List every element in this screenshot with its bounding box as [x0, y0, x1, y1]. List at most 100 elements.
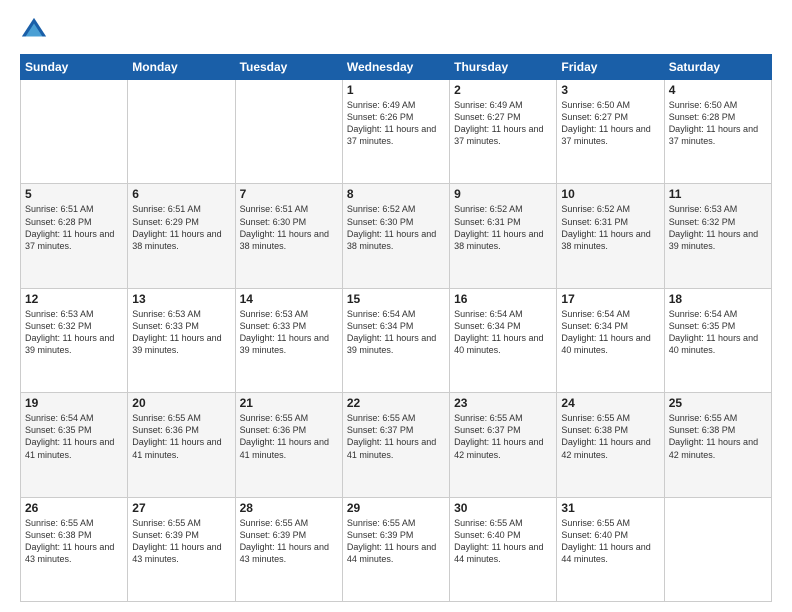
calendar-cell: 13 Sunrise: 6:53 AM Sunset: 6:33 PM Dayli… [128, 288, 235, 392]
calendar-cell: 16 Sunrise: 6:54 AM Sunset: 6:34 PM Dayli… [450, 288, 557, 392]
day-number: 15 [347, 292, 445, 306]
day-info: Sunrise: 6:51 AM Sunset: 6:29 PM Dayligh… [132, 203, 230, 252]
calendar-cell: 29 Sunrise: 6:55 AM Sunset: 6:39 PM Dayli… [342, 497, 449, 601]
day-info: Sunrise: 6:55 AM Sunset: 6:39 PM Dayligh… [240, 517, 338, 566]
day-number: 27 [132, 501, 230, 515]
day-number: 29 [347, 501, 445, 515]
day-number: 24 [561, 396, 659, 410]
day-number: 11 [669, 187, 767, 201]
weekday-header: Wednesday [342, 55, 449, 80]
logo-icon [20, 16, 48, 44]
day-number: 31 [561, 501, 659, 515]
day-info: Sunrise: 6:55 AM Sunset: 6:38 PM Dayligh… [669, 412, 767, 461]
day-number: 22 [347, 396, 445, 410]
calendar-week-row: 12 Sunrise: 6:53 AM Sunset: 6:32 PM Dayli… [21, 288, 772, 392]
calendar-cell [21, 80, 128, 184]
day-info: Sunrise: 6:51 AM Sunset: 6:30 PM Dayligh… [240, 203, 338, 252]
calendar-cell: 15 Sunrise: 6:54 AM Sunset: 6:34 PM Dayli… [342, 288, 449, 392]
day-number: 13 [132, 292, 230, 306]
header [20, 16, 772, 44]
day-number: 30 [454, 501, 552, 515]
calendar-cell: 14 Sunrise: 6:53 AM Sunset: 6:33 PM Dayli… [235, 288, 342, 392]
day-number: 20 [132, 396, 230, 410]
weekday-header: Friday [557, 55, 664, 80]
day-number: 14 [240, 292, 338, 306]
logo [20, 16, 52, 44]
calendar-cell: 24 Sunrise: 6:55 AM Sunset: 6:38 PM Dayli… [557, 393, 664, 497]
day-number: 1 [347, 83, 445, 97]
weekday-header: Sunday [21, 55, 128, 80]
day-info: Sunrise: 6:55 AM Sunset: 6:36 PM Dayligh… [132, 412, 230, 461]
calendar-cell: 5 Sunrise: 6:51 AM Sunset: 6:28 PM Daylig… [21, 184, 128, 288]
day-info: Sunrise: 6:52 AM Sunset: 6:31 PM Dayligh… [454, 203, 552, 252]
day-info: Sunrise: 6:50 AM Sunset: 6:28 PM Dayligh… [669, 99, 767, 148]
day-info: Sunrise: 6:55 AM Sunset: 6:36 PM Dayligh… [240, 412, 338, 461]
day-number: 23 [454, 396, 552, 410]
calendar-cell: 12 Sunrise: 6:53 AM Sunset: 6:32 PM Dayli… [21, 288, 128, 392]
calendar-cell: 20 Sunrise: 6:55 AM Sunset: 6:36 PM Dayli… [128, 393, 235, 497]
day-info: Sunrise: 6:55 AM Sunset: 6:38 PM Dayligh… [561, 412, 659, 461]
day-info: Sunrise: 6:52 AM Sunset: 6:30 PM Dayligh… [347, 203, 445, 252]
day-number: 26 [25, 501, 123, 515]
calendar-cell: 21 Sunrise: 6:55 AM Sunset: 6:36 PM Dayli… [235, 393, 342, 497]
calendar-cell: 1 Sunrise: 6:49 AM Sunset: 6:26 PM Daylig… [342, 80, 449, 184]
calendar-cell: 8 Sunrise: 6:52 AM Sunset: 6:30 PM Daylig… [342, 184, 449, 288]
weekday-header: Monday [128, 55, 235, 80]
calendar-cell: 6 Sunrise: 6:51 AM Sunset: 6:29 PM Daylig… [128, 184, 235, 288]
day-number: 2 [454, 83, 552, 97]
calendar-cell: 25 Sunrise: 6:55 AM Sunset: 6:38 PM Dayli… [664, 393, 771, 497]
day-info: Sunrise: 6:54 AM Sunset: 6:35 PM Dayligh… [25, 412, 123, 461]
day-info: Sunrise: 6:55 AM Sunset: 6:37 PM Dayligh… [347, 412, 445, 461]
day-info: Sunrise: 6:53 AM Sunset: 6:33 PM Dayligh… [240, 308, 338, 357]
calendar-cell: 19 Sunrise: 6:54 AM Sunset: 6:35 PM Dayli… [21, 393, 128, 497]
calendar-cell: 27 Sunrise: 6:55 AM Sunset: 6:39 PM Dayli… [128, 497, 235, 601]
day-number: 8 [347, 187, 445, 201]
calendar-cell [235, 80, 342, 184]
day-number: 25 [669, 396, 767, 410]
day-info: Sunrise: 6:55 AM Sunset: 6:37 PM Dayligh… [454, 412, 552, 461]
day-info: Sunrise: 6:54 AM Sunset: 6:34 PM Dayligh… [561, 308, 659, 357]
calendar-cell: 10 Sunrise: 6:52 AM Sunset: 6:31 PM Dayli… [557, 184, 664, 288]
day-info: Sunrise: 6:55 AM Sunset: 6:39 PM Dayligh… [132, 517, 230, 566]
day-info: Sunrise: 6:55 AM Sunset: 6:39 PM Dayligh… [347, 517, 445, 566]
calendar-cell: 18Sunrise: 6:54 AM Sunset: 6:35 PM Dayli… [664, 288, 771, 392]
day-number: 16 [454, 292, 552, 306]
day-info: Sunrise: 6:49 AM Sunset: 6:26 PM Dayligh… [347, 99, 445, 148]
weekday-header: Tuesday [235, 55, 342, 80]
calendar-cell: 3Sunrise: 6:50 AM Sunset: 6:27 PM Daylig… [557, 80, 664, 184]
weekday-header: Thursday [450, 55, 557, 80]
calendar-cell [664, 497, 771, 601]
calendar-table: SundayMondayTuesdayWednesdayThursdayFrid… [20, 54, 772, 602]
day-number: 3 [561, 83, 659, 97]
day-number: 28 [240, 501, 338, 515]
day-info: Sunrise: 6:53 AM Sunset: 6:33 PM Dayligh… [132, 308, 230, 357]
day-info: Sunrise: 6:54 AM Sunset: 6:34 PM Dayligh… [454, 308, 552, 357]
day-info: Sunrise: 6:54 AM Sunset: 6:34 PM Dayligh… [347, 308, 445, 357]
calendar-cell: 23 Sunrise: 6:55 AM Sunset: 6:37 PM Dayli… [450, 393, 557, 497]
calendar-cell: 4Sunrise: 6:50 AM Sunset: 6:28 PM Daylig… [664, 80, 771, 184]
day-info: Sunrise: 6:53 AM Sunset: 6:32 PM Dayligh… [669, 203, 767, 252]
page: SundayMondayTuesdayWednesdayThursdayFrid… [0, 0, 792, 612]
day-number: 21 [240, 396, 338, 410]
calendar-cell: 30 Sunrise: 6:55 AM Sunset: 6:40 PM Dayli… [450, 497, 557, 601]
day-number: 17 [561, 292, 659, 306]
day-info: Sunrise: 6:55 AM Sunset: 6:40 PM Dayligh… [454, 517, 552, 566]
day-number: 5 [25, 187, 123, 201]
day-number: 6 [132, 187, 230, 201]
day-number: 19 [25, 396, 123, 410]
day-number: 10 [561, 187, 659, 201]
day-info: Sunrise: 6:52 AM Sunset: 6:31 PM Dayligh… [561, 203, 659, 252]
day-info: Sunrise: 6:55 AM Sunset: 6:40 PM Dayligh… [561, 517, 659, 566]
calendar-cell: 17 Sunrise: 6:54 AM Sunset: 6:34 PM Dayli… [557, 288, 664, 392]
day-info: Sunrise: 6:54 AM Sunset: 6:35 PM Dayligh… [669, 308, 767, 357]
day-info: Sunrise: 6:55 AM Sunset: 6:38 PM Dayligh… [25, 517, 123, 566]
day-number: 12 [25, 292, 123, 306]
weekday-header: Saturday [664, 55, 771, 80]
calendar-week-row: 5 Sunrise: 6:51 AM Sunset: 6:28 PM Daylig… [21, 184, 772, 288]
day-info: Sunrise: 6:51 AM Sunset: 6:28 PM Dayligh… [25, 203, 123, 252]
calendar-cell: 31 Sunrise: 6:55 AM Sunset: 6:40 PM Dayli… [557, 497, 664, 601]
day-info: Sunrise: 6:53 AM Sunset: 6:32 PM Dayligh… [25, 308, 123, 357]
weekday-header-row: SundayMondayTuesdayWednesdayThursdayFrid… [21, 55, 772, 80]
calendar-cell: 28 Sunrise: 6:55 AM Sunset: 6:39 PM Dayli… [235, 497, 342, 601]
calendar-cell [128, 80, 235, 184]
